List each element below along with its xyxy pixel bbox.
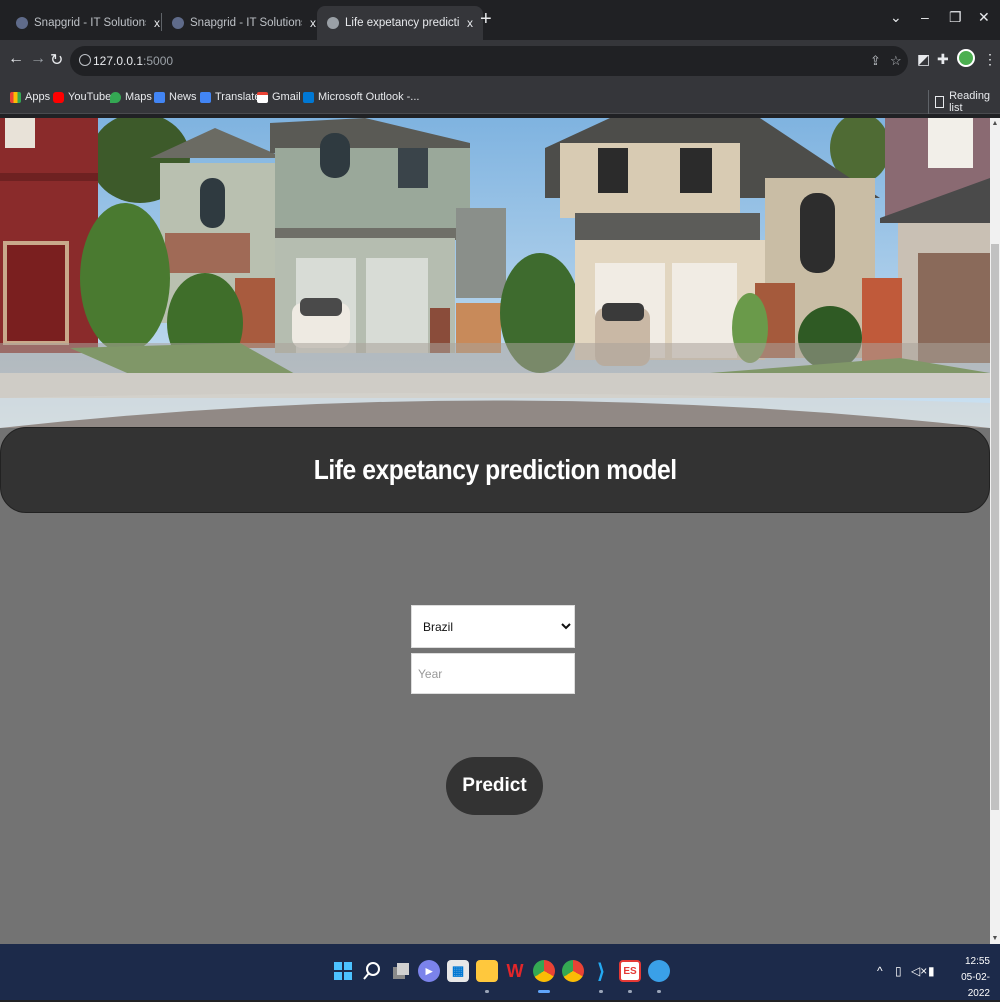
bookmark-news[interactable]: News	[154, 91, 197, 103]
running-indicator	[599, 990, 603, 993]
wps-office-icon[interactable]: W	[504, 960, 526, 982]
forward-arrow-icon[interactable]: →	[30, 50, 46, 68]
running-indicator	[628, 990, 632, 993]
site-info-icon[interactable]	[79, 54, 91, 66]
page-viewport: Life expetancy prediction model Brazil P…	[0, 118, 990, 944]
scroll-up-arrow-icon[interactable]: ▲	[990, 120, 1000, 127]
store-icon[interactable]: ▦	[447, 960, 469, 982]
country-select[interactable]: Brazil	[411, 605, 575, 648]
app-icon[interactable]: ES	[619, 960, 641, 982]
task-view-icon[interactable]	[390, 960, 412, 982]
running-indicator	[485, 990, 489, 993]
close-window-icon[interactable]: ✕	[978, 9, 990, 26]
gmail-icon	[257, 91, 268, 103]
performance-icon[interactable]: ◩	[917, 51, 930, 68]
maps-pin-icon	[110, 91, 121, 103]
news-icon	[154, 91, 165, 103]
active-indicator	[538, 990, 550, 993]
predict-button[interactable]: Predict	[446, 757, 543, 815]
hero-houses-image	[0, 118, 990, 428]
tab-close-icon[interactable]: x	[467, 16, 473, 30]
tab-favicon-icon	[172, 17, 184, 29]
browser-toolbar: ← → ↻ 127.0.0.1:5000 ⇪ ☆ ◩ ✚ ⋮	[0, 40, 1000, 82]
extensions-puzzle-icon[interactable]: ✚	[937, 51, 949, 68]
clock-date: 05-02-2022	[961, 972, 990, 999]
reading-list-icon	[935, 96, 945, 108]
windows-taskbar: ▸ ▦ W ⟩ ES ^ ▯ ◁× ▮ 12:55 05-02-2022	[0, 944, 1000, 1000]
speaker-muted-icon[interactable]: ◁×	[911, 964, 927, 978]
tab-title: Snapgrid - IT Solutions and Technology	[34, 17, 146, 29]
tab-search-icon[interactable]: ⌄	[890, 9, 902, 26]
tab-close-icon[interactable]: x	[310, 16, 316, 30]
profile-avatar[interactable]	[957, 49, 975, 67]
tab-favicon-icon	[16, 17, 28, 29]
reload-icon[interactable]: ↻	[50, 50, 63, 70]
back-arrow-icon[interactable]: ←	[8, 50, 24, 68]
tab-globe-icon	[327, 17, 339, 29]
new-tab-button[interactable]: +	[480, 8, 492, 31]
suburban-houses-illustration	[0, 118, 990, 428]
url-text[interactable]: 127.0.0.1:5000	[93, 54, 173, 68]
globe-icon[interactable]	[648, 960, 670, 982]
page-scrollbar[interactable]: ▲ ▼	[990, 118, 1000, 944]
tab-snapgrid-2[interactable]: Snapgrid - IT Solutions and Technology x	[162, 6, 326, 40]
youtube-icon	[53, 91, 64, 103]
tab-title: Life expetancy prediction model	[345, 17, 459, 29]
share-icon[interactable]: ⇪	[870, 53, 881, 69]
tab-snapgrid-1[interactable]: Snapgrid - IT Solutions and Technology x	[6, 6, 170, 40]
bookmark-youtube[interactable]: YouTube	[53, 91, 111, 103]
translate-icon	[200, 91, 211, 103]
scroll-down-arrow-icon[interactable]: ▼	[990, 935, 1000, 942]
tab-strip: Snapgrid - IT Solutions and Technology x…	[0, 0, 1000, 40]
bookmark-translate[interactable]: Translate	[200, 91, 260, 103]
year-input[interactable]	[411, 653, 575, 694]
bookmark-gmail[interactable]: Gmail	[257, 91, 301, 103]
minimize-icon[interactable]: –	[921, 9, 929, 25]
maximize-icon[interactable]: ❐	[949, 9, 962, 26]
clock-time: 12:55	[964, 956, 990, 967]
search-icon[interactable]	[361, 960, 383, 982]
running-indicator	[657, 990, 661, 993]
more-menu-icon[interactable]: ⋮	[983, 51, 997, 68]
scrollbar-thumb[interactable]	[991, 244, 999, 810]
reading-list-button[interactable]: Reading list	[928, 90, 1000, 114]
file-explorer-icon[interactable]	[476, 960, 498, 982]
teams-chat-icon[interactable]: ▸	[418, 960, 440, 982]
tab-title: Snapgrid - IT Solutions and Technology	[190, 17, 302, 29]
page-header-banner: Life expetancy prediction model	[0, 427, 990, 513]
show-hidden-icons-chevron-icon[interactable]: ^	[877, 964, 883, 978]
tab-close-icon[interactable]: x	[154, 16, 160, 30]
address-bar[interactable]: 127.0.0.1:5000 ⇪ ☆	[70, 46, 908, 76]
windows-start-icon[interactable]	[332, 960, 354, 982]
bookmark-apps[interactable]: Apps	[10, 91, 50, 103]
system-clock[interactable]: 12:55 05-02-2022	[946, 954, 990, 1002]
bookmark-maps[interactable]: Maps	[110, 91, 152, 103]
bookmark-star-icon[interactable]: ☆	[890, 53, 902, 69]
network-icon[interactable]: ▯	[895, 964, 902, 978]
bookmarks-bar: Apps YouTube Maps News Translate Gmail M…	[0, 82, 1000, 114]
page-title: Life expetancy prediction model	[313, 454, 677, 485]
apps-grid-icon	[10, 91, 21, 103]
chrome-icon[interactable]	[562, 960, 584, 982]
outlook-icon	[303, 91, 314, 103]
vscode-icon[interactable]: ⟩	[590, 960, 612, 983]
bookmark-outlook[interactable]: Microsoft Outlook -...	[303, 91, 419, 103]
tab-life-expectancy[interactable]: Life expetancy prediction model x	[317, 6, 483, 40]
battery-icon[interactable]: ▮	[928, 964, 935, 978]
chrome-icon[interactable]	[533, 960, 555, 982]
